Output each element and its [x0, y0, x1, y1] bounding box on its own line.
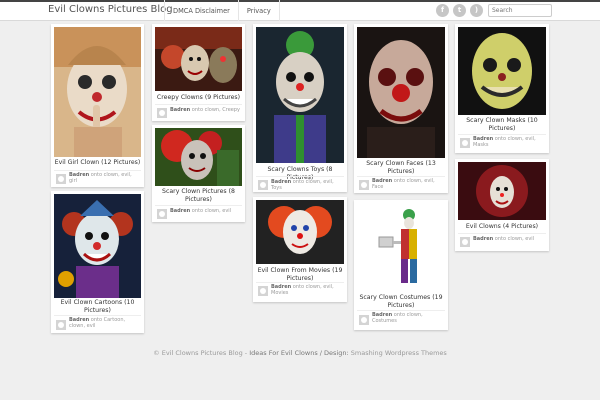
- clown-image: [357, 203, 445, 291]
- author-avatar: [56, 174, 66, 184]
- post-thumbnail[interactable]: [155, 128, 242, 186]
- post-tags[interactable]: clown, evil: [508, 236, 534, 242]
- post-title[interactable]: Scary Clown Masks (10 Pictures): [458, 117, 546, 133]
- post-thumbnail[interactable]: [54, 194, 141, 298]
- search-input[interactable]: [488, 4, 552, 17]
- author-name[interactable]: Badren: [473, 236, 493, 242]
- divider: [155, 205, 242, 206]
- post-card-scary-clown-costumes[interactable]: Scary Clown Costumes (19 Pictures) Badre…: [354, 200, 448, 330]
- post-title[interactable]: Scary Clown Faces (13 Pictures): [357, 160, 445, 176]
- author-name[interactable]: Badren: [271, 179, 291, 185]
- post-meta: Badren onto Cartoon, clown, evil: [69, 317, 126, 330]
- clown-image: [54, 27, 141, 157]
- clown-image: [155, 27, 242, 91]
- divider: [256, 176, 344, 177]
- author-avatar: [460, 138, 470, 148]
- post-card-evil-girl-clown[interactable]: Evil Girl Clown (12 Pictures) Badren ont…: [51, 24, 144, 187]
- author-avatar: [258, 180, 268, 190]
- author-name[interactable]: Badren: [271, 284, 291, 290]
- footer-theme-credit-link[interactable]: Smashing Wordpress Themes: [351, 349, 447, 357]
- clown-image: [458, 162, 546, 220]
- author-avatar: [157, 209, 167, 219]
- post-title[interactable]: Evil Girl Clown (12 Pictures): [54, 159, 141, 167]
- post-card-evil-clown-cartoons[interactable]: Evil Clown Cartoons (10 Pictures) Badren…: [51, 191, 144, 333]
- divider: [458, 233, 546, 234]
- author-avatar: [157, 108, 167, 118]
- post-meta: Badren onto clown, evil: [170, 208, 232, 214]
- nav-item-dmca-disclaimer[interactable]: DMCA Disclaimer: [165, 0, 239, 21]
- rss-icon[interactable]: ): [470, 4, 483, 17]
- post-meta: Badren onto clown, evil, Face: [372, 178, 435, 191]
- clown-image: [155, 128, 242, 186]
- facebook-icon[interactable]: f: [436, 4, 449, 17]
- post-card-evil-clown-from-movies[interactable]: Evil Clown From Movies (19 Pictures) Bad…: [253, 197, 347, 302]
- post-thumbnail[interactable]: [458, 162, 546, 220]
- site-title[interactable]: Evil Clowns Pictures Blog: [48, 4, 173, 15]
- top-accent-line: [0, 0, 600, 2]
- post-card-scary-clown-masks[interactable]: Scary Clown Masks (10 Pictures) Badren o…: [455, 24, 549, 153]
- clown-image: [256, 27, 344, 163]
- divider: [54, 315, 141, 316]
- post-thumbnail[interactable]: [357, 27, 445, 158]
- post-title[interactable]: Evil Clown From Movies (19 Pictures): [256, 267, 344, 283]
- post-thumbnail[interactable]: [256, 200, 344, 264]
- divider: [54, 170, 141, 171]
- footer-tagline: Ideas For Evil Clowns / Design:: [249, 349, 349, 357]
- divider: [357, 176, 445, 177]
- main-nav: DMCA Disclaimer Privacy: [164, 0, 280, 21]
- author-avatar: [359, 315, 369, 325]
- post-title[interactable]: Evil Clown Cartoons (10 Pictures): [54, 299, 141, 315]
- divider: [256, 282, 344, 283]
- nav-item-privacy[interactable]: Privacy: [239, 0, 280, 21]
- post-card-scary-clown-faces[interactable]: Scary Clown Faces (13 Pictures) Badren o…: [354, 24, 448, 193]
- post-title[interactable]: Scary Clown Costumes (19 Pictures): [357, 294, 445, 310]
- post-title[interactable]: Evil Clowns (4 Pictures): [458, 223, 546, 231]
- author-avatar: [359, 180, 369, 190]
- post-card-scary-clown-pictures[interactable]: Scary Clown Pictures (8 Pictures) Badren…: [152, 125, 245, 222]
- post-meta: Badren onto clown, Creepy: [170, 107, 240, 113]
- top-bar: Evil Clowns Pictures Blog DMCA Disclaime…: [0, 0, 600, 21]
- divider: [155, 104, 242, 105]
- post-title[interactable]: Scary Clown Pictures (8 Pictures): [155, 188, 242, 204]
- author-avatar: [258, 286, 268, 296]
- clown-image: [458, 27, 546, 115]
- post-tags[interactable]: clown, Creepy: [205, 107, 240, 113]
- clown-image: [357, 27, 445, 158]
- author-name[interactable]: Badren: [372, 178, 392, 184]
- post-thumbnail[interactable]: [458, 27, 546, 115]
- author-name[interactable]: Badren: [69, 317, 89, 323]
- post-thumbnail[interactable]: [54, 27, 141, 157]
- clown-image: [256, 200, 344, 264]
- post-card-scary-clowns-toys[interactable]: Scary Clowns Toys (8 Pictures) Badren on…: [253, 24, 347, 192]
- footer: © Evil Clowns Pictures Blog - Ideas For …: [0, 349, 600, 357]
- post-tags[interactable]: clown, evil: [205, 208, 231, 214]
- post-meta: Badren onto clown, evil, girl: [69, 172, 132, 185]
- post-meta: Badren onto clown, evil, Movies: [271, 284, 334, 297]
- author-name[interactable]: Badren: [372, 312, 392, 318]
- author-name[interactable]: Badren: [69, 172, 89, 178]
- post-card-creepy-clowns[interactable]: Creepy Clowns (9 Pictures) Badren onto c…: [152, 24, 245, 121]
- author-name[interactable]: Badren: [473, 136, 493, 142]
- footer-copyright[interactable]: © Evil Clowns Pictures Blog -: [153, 349, 247, 357]
- social-links: f t ): [436, 4, 483, 17]
- post-title[interactable]: Creepy Clowns (9 Pictures): [155, 94, 242, 102]
- post-thumbnail[interactable]: [256, 27, 344, 163]
- author-avatar: [56, 320, 66, 330]
- post-card-evil-clowns[interactable]: Evil Clowns (4 Pictures) Badren onto clo…: [455, 159, 549, 251]
- divider: [458, 134, 546, 135]
- post-thumbnail[interactable]: [155, 27, 242, 91]
- author-name[interactable]: Badren: [170, 107, 190, 113]
- post-meta: Badren onto clown, evil, Masks: [473, 136, 536, 149]
- clown-image: [54, 194, 141, 298]
- post-meta: Badren onto clown, evil, Toys: [271, 179, 334, 192]
- post-thumbnail[interactable]: [357, 203, 445, 291]
- post-meta: Badren onto clown, evil: [473, 236, 535, 242]
- author-avatar: [460, 237, 470, 247]
- twitter-icon[interactable]: t: [453, 4, 466, 17]
- author-name[interactable]: Badren: [170, 208, 190, 214]
- divider: [357, 310, 445, 311]
- post-meta: Badren onto clown, Costumes: [372, 312, 423, 325]
